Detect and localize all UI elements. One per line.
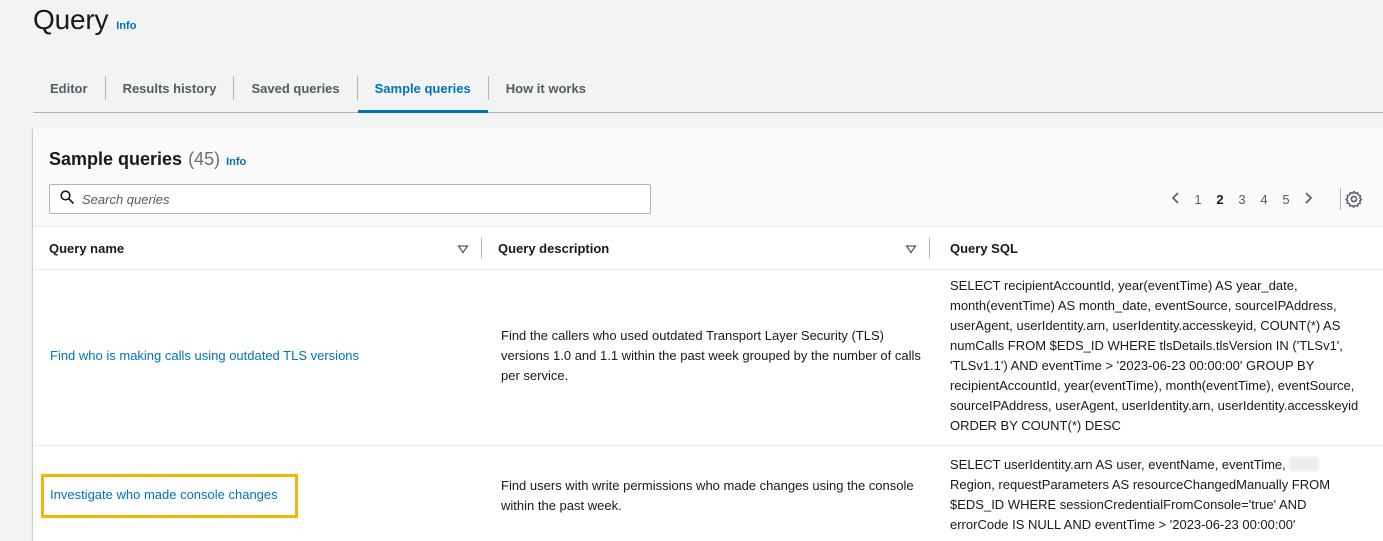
tab-how-it-works[interactable]: How it works bbox=[489, 64, 603, 112]
column-header-query-sql: Query SQL bbox=[950, 240, 1018, 256]
column-header-query-description[interactable]: Query description bbox=[498, 227, 609, 269]
page-2-button[interactable]: 2 bbox=[1209, 192, 1231, 207]
sort-down-icon[interactable] bbox=[905, 242, 917, 254]
table-row: Find who is making calls using outdated … bbox=[33, 269, 1383, 445]
tab-bar: Editor Results history Saved queries Sam… bbox=[33, 64, 1383, 113]
chevron-left-icon[interactable] bbox=[1165, 190, 1187, 208]
panel-info-link[interactable]: Info bbox=[226, 156, 246, 168]
page-header: Query Info bbox=[33, 4, 136, 36]
tab-saved-queries[interactable]: Saved queries bbox=[234, 64, 356, 112]
sample-queries-panel: Sample queries (45) Info 1 2 3 4 5 Query… bbox=[33, 128, 1383, 541]
query-description: Find users with write permissions who ma… bbox=[501, 478, 914, 513]
query-name-link[interactable]: Find who is making calls using outdated … bbox=[50, 346, 470, 366]
sort-down-icon[interactable] bbox=[457, 242, 469, 254]
column-resizer[interactable] bbox=[929, 238, 930, 258]
tab-sample-queries[interactable]: Sample queries bbox=[357, 64, 488, 113]
page-5-button[interactable]: 5 bbox=[1275, 192, 1297, 207]
column-header-query-name[interactable]: Query name bbox=[49, 227, 124, 269]
search-field bbox=[49, 184, 651, 214]
query-sql-part: Region, requestParameters AS resourceCha… bbox=[950, 477, 1331, 532]
pagination: 1 2 3 4 5 bbox=[1165, 188, 1341, 210]
query-description: Find the callers who used outdated Trans… bbox=[501, 328, 921, 383]
search-input[interactable] bbox=[82, 191, 642, 207]
query-sql: SELECT recipientAccountId, year(eventTim… bbox=[950, 278, 1359, 433]
search-icon bbox=[60, 189, 74, 209]
column-resizer[interactable] bbox=[481, 238, 482, 258]
page-info-link[interactable]: Info bbox=[116, 20, 136, 32]
redacted-text bbox=[1289, 457, 1320, 471]
query-sql-part: SELECT userIdentity.arn AS user, eventNa… bbox=[950, 457, 1286, 472]
chevron-right-icon[interactable] bbox=[1297, 190, 1319, 208]
page-3-button[interactable]: 3 bbox=[1231, 192, 1253, 207]
highlight-callout bbox=[41, 474, 298, 518]
panel-title-text: Sample queries bbox=[49, 149, 183, 169]
page-1-button[interactable]: 1 bbox=[1187, 192, 1209, 207]
page-title: Query bbox=[33, 4, 109, 35]
gear-icon[interactable] bbox=[1345, 190, 1363, 208]
pagination-divider bbox=[1340, 188, 1341, 210]
query-count: (45) bbox=[188, 149, 221, 169]
tab-results-history[interactable]: Results history bbox=[106, 64, 234, 112]
page-4-button[interactable]: 4 bbox=[1253, 192, 1275, 207]
panel-title: Sample queries (45) Info bbox=[49, 149, 246, 170]
query-sql: SELECT userIdentity.arn AS user, eventNa… bbox=[950, 455, 1362, 535]
tab-editor[interactable]: Editor bbox=[33, 64, 105, 112]
